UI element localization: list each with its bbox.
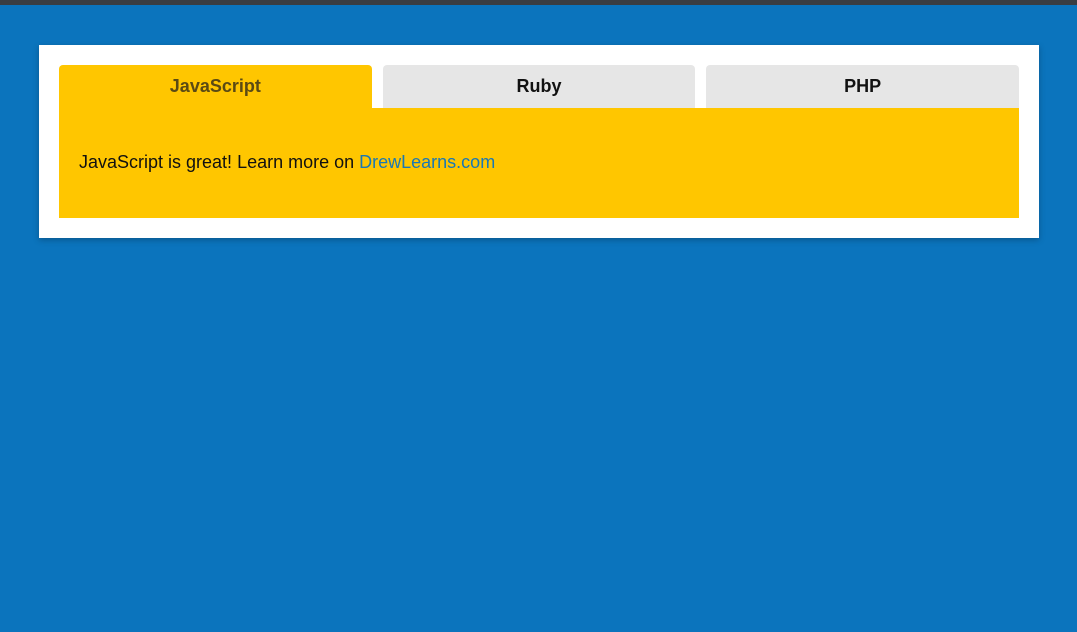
tab-javascript[interactable]: JavaScript — [59, 65, 372, 108]
window-top-bar — [0, 0, 1077, 5]
tab-ruby[interactable]: Ruby — [382, 65, 696, 108]
tab-bar: JavaScript Ruby PHP — [59, 65, 1020, 108]
tab-panel: JavaScript is great! Learn more on DrewL… — [59, 108, 1019, 218]
tab-php[interactable]: PHP — [706, 65, 1020, 108]
panel-text: JavaScript is great! Learn more on — [79, 152, 360, 172]
tabs-card: JavaScript Ruby PHP JavaScript is great!… — [39, 45, 1039, 238]
drewlearns-link[interactable]: DrewLearns.com — [359, 152, 495, 172]
